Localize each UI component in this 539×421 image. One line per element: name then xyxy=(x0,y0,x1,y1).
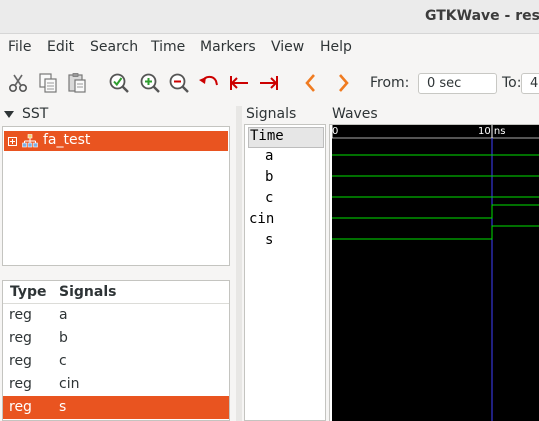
row-type: reg xyxy=(9,399,32,415)
undo-zoom-icon xyxy=(199,75,218,86)
row-signal-name: s xyxy=(59,399,67,415)
table-row-selected[interactable]: reg s xyxy=(3,396,229,419)
signal-name-s[interactable]: s xyxy=(248,232,324,253)
zoom-to-start-button[interactable] xyxy=(226,70,252,96)
sst-tree-item-label: fa_test xyxy=(43,132,91,148)
waves-pane-header: Waves xyxy=(332,106,378,122)
paste-icon xyxy=(68,73,86,93)
cut-icon xyxy=(8,74,28,93)
to-label: To: xyxy=(502,75,522,91)
from-time-input[interactable]: 0 sec xyxy=(418,73,497,94)
row-type: reg xyxy=(9,353,32,369)
zoom-in-button[interactable] xyxy=(137,70,163,96)
signal-type-table: Type Signals reg a reg b reg c reg cin r… xyxy=(2,280,230,421)
signal-name-c[interactable]: c xyxy=(248,190,324,211)
signals-pane-header: Signals xyxy=(246,106,297,122)
menu-markers[interactable]: Markers xyxy=(200,39,256,55)
waveform-canvas[interactable]: 0 10 ns xyxy=(332,125,539,421)
signal-name-a[interactable]: a xyxy=(248,148,324,169)
menu-edit[interactable]: Edit xyxy=(47,39,74,55)
copy-button[interactable] xyxy=(35,70,61,96)
page-left-button[interactable] xyxy=(298,70,324,96)
module-hierarchy-icon xyxy=(22,134,38,148)
menu-file[interactable]: File xyxy=(8,39,31,55)
table-header: Type Signals xyxy=(3,281,229,304)
table-row[interactable]: reg c xyxy=(3,350,229,373)
menu-search[interactable]: Search xyxy=(90,39,138,55)
sst-header[interactable]: SST xyxy=(4,106,48,122)
undo-zoom-button[interactable] xyxy=(196,70,222,96)
waveform-trace-cin xyxy=(332,204,539,219)
menu-time[interactable]: Time xyxy=(151,39,185,55)
paste-button[interactable] xyxy=(64,70,90,96)
menu-view[interactable]: View xyxy=(271,39,304,55)
row-signal-name: b xyxy=(59,330,68,346)
pane-separator[interactable] xyxy=(236,106,242,421)
table-row[interactable]: reg a xyxy=(3,304,229,327)
row-signal-name: a xyxy=(59,307,68,323)
sst-header-label: SST xyxy=(22,106,49,122)
column-header-signals[interactable]: Signals xyxy=(59,284,116,300)
signal-name-cin[interactable]: cin xyxy=(248,211,324,232)
menu-bar: File Edit Search Time Markers View Help xyxy=(0,34,539,61)
toolbar: From: 0 sec To: 4 xyxy=(0,61,539,106)
zoom-to-start-icon xyxy=(230,76,248,90)
zoom-fit-button[interactable] xyxy=(106,70,132,96)
waveform-trace-s xyxy=(332,225,539,240)
row-type: reg xyxy=(9,376,32,392)
table-row[interactable]: reg b xyxy=(3,327,229,350)
from-label: From: xyxy=(370,75,410,91)
zoom-out-button[interactable] xyxy=(166,70,192,96)
waveform-plot: 0 10 ns xyxy=(332,125,539,421)
column-header-type[interactable]: Type xyxy=(10,284,47,300)
zoom-to-end-icon xyxy=(260,76,278,90)
zoom-to-end-button[interactable] xyxy=(256,70,282,96)
expand-icon[interactable] xyxy=(8,137,17,146)
row-signal-name: cin xyxy=(59,376,80,392)
row-type: reg xyxy=(9,307,32,323)
collapse-triangle-icon xyxy=(4,110,14,118)
table-row[interactable]: reg cin xyxy=(3,373,229,396)
page-right-icon xyxy=(339,74,349,92)
sst-tree-item-fa-test[interactable]: fa_test xyxy=(4,131,228,151)
copy-icon xyxy=(39,73,57,93)
page-right-button[interactable] xyxy=(330,70,356,96)
time-ruler-start-label: 0 xyxy=(332,126,338,137)
row-signal-name: c xyxy=(59,353,67,369)
to-time-input[interactable]: 4 xyxy=(521,73,539,94)
zoom-in-icon xyxy=(140,73,160,93)
sst-tree: fa_test xyxy=(2,126,230,266)
signal-name-b[interactable]: b xyxy=(248,169,324,190)
signals-list: Time a b c cin s xyxy=(244,124,326,421)
menu-help[interactable]: Help xyxy=(320,39,352,55)
time-ruler-marker-label: 10 ns xyxy=(478,126,505,137)
zoom-fit-icon xyxy=(109,73,129,93)
zoom-out-icon xyxy=(169,73,189,93)
window-title: GTKWave - resul xyxy=(425,8,539,24)
page-left-icon xyxy=(305,74,315,92)
row-type: reg xyxy=(9,330,32,346)
title-bar: GTKWave - resul xyxy=(0,0,539,34)
time-row-label[interactable]: Time xyxy=(248,127,324,148)
cut-button[interactable] xyxy=(5,70,31,96)
